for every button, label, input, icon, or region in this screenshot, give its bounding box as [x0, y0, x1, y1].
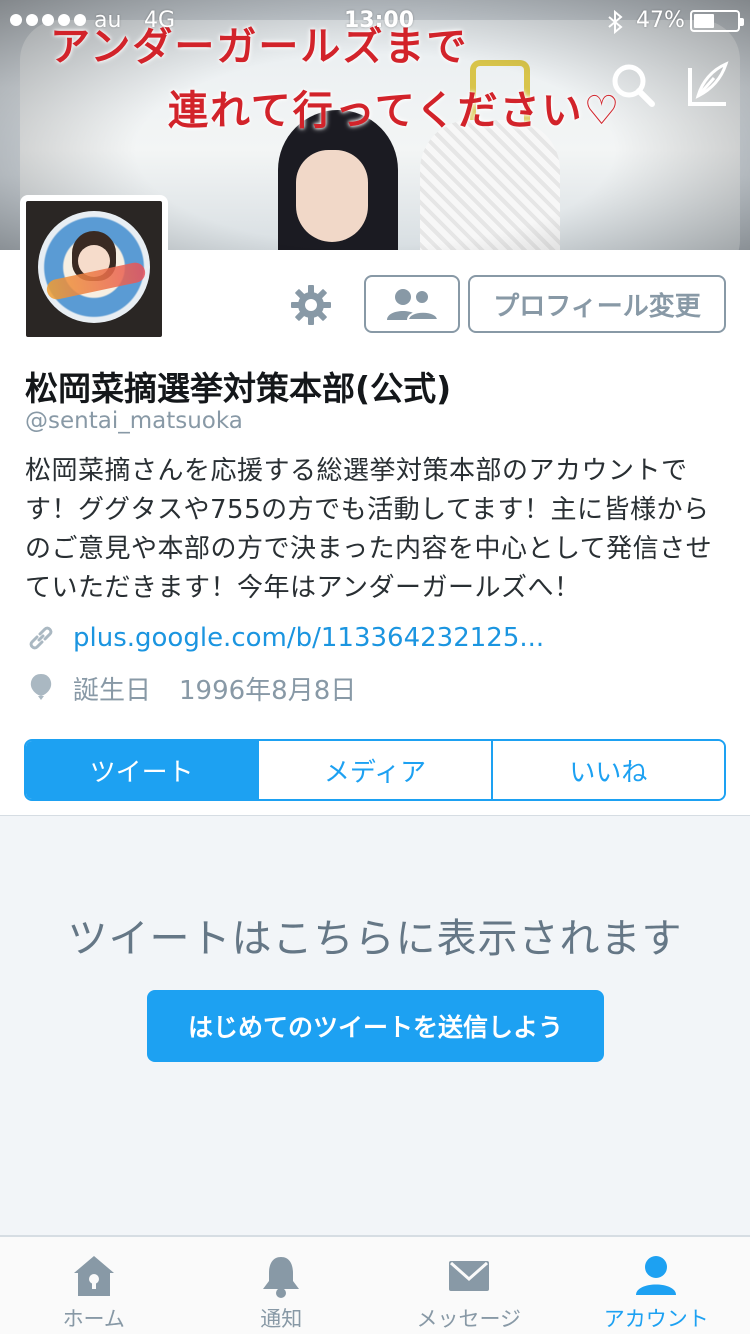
tabbar-home-label: ホーム — [62, 1307, 125, 1331]
profile-link[interactable]: plus.google.com/b/113364232125... — [25, 618, 544, 658]
link-icon — [25, 622, 57, 654]
birthday-label: 誕生日 — [73, 675, 152, 706]
compose-tweet-icon[interactable] — [684, 60, 734, 110]
battery-icon — [690, 10, 744, 32]
clock: 13:00 — [344, 8, 415, 33]
tabbar-home[interactable]: ホーム — [0, 1237, 188, 1334]
avatar[interactable] — [20, 195, 168, 343]
profile-birthday: 誕生日 1996年8月8日 — [25, 668, 356, 708]
first-tweet-button[interactable]: はじめてのツイートを送信しよう — [147, 990, 604, 1062]
tabbar-notifications[interactable]: 通知 — [188, 1237, 376, 1334]
person-icon — [636, 1256, 677, 1295]
birthday-value: 1996年8月8日 — [179, 675, 357, 706]
balloon-icon — [25, 672, 57, 704]
tab-media[interactable]: メディア — [257, 741, 491, 799]
tweet-feed: ツイートはこちらに表示されます はじめてのツイートを送信しよう — [0, 815, 750, 1235]
people-icon — [387, 289, 440, 321]
empty-feed-message: ツイートはこちらに表示されます — [67, 916, 683, 962]
banner-caption-line2: 連れて行ってください♡ — [168, 87, 622, 134]
tabbar-account[interactable]: アカウント — [563, 1237, 750, 1334]
profile-tabs: ツイート メディア いいね — [24, 739, 726, 801]
bottom-tab-bar: ホーム 通知 メッセージ アカウント — [0, 1235, 750, 1334]
network-label: 4G — [144, 8, 176, 33]
bluetooth-icon — [608, 10, 623, 34]
profile-name: 松岡菜摘選挙対策本部(公式) — [25, 369, 452, 408]
bell-icon — [263, 1257, 300, 1298]
tab-likes[interactable]: いいね — [490, 741, 724, 799]
tabbar-notifications-label: 通知 — [260, 1307, 303, 1331]
lists-button[interactable] — [364, 275, 460, 333]
battery-percent: 47% — [636, 8, 685, 33]
tabbar-account-label: アカウント — [603, 1307, 709, 1331]
carrier-label: au — [94, 8, 122, 33]
tab-tweets[interactable]: ツイート — [26, 741, 258, 799]
envelope-icon — [448, 1261, 489, 1291]
profile-bio: 松岡菜摘さんを応援する総選挙対策本部のアカウントです！ググタスや755の方でも活… — [25, 456, 713, 603]
profile-link-text[interactable]: plus.google.com/b/113364232125... — [73, 623, 544, 653]
home-icon — [73, 1256, 114, 1296]
gear-icon[interactable] — [290, 284, 332, 326]
signal-dots — [10, 14, 86, 26]
search-icon[interactable] — [608, 60, 658, 110]
tabbar-messages-label: メッセージ — [416, 1307, 522, 1331]
tabbar-messages[interactable]: メッセージ — [375, 1237, 563, 1334]
edit-profile-button[interactable]: プロフィール変更 — [468, 275, 726, 333]
profile-handle: @sentai_matsuoka — [25, 408, 243, 434]
status-bar: au 4G 13:00 47% — [0, 0, 750, 40]
